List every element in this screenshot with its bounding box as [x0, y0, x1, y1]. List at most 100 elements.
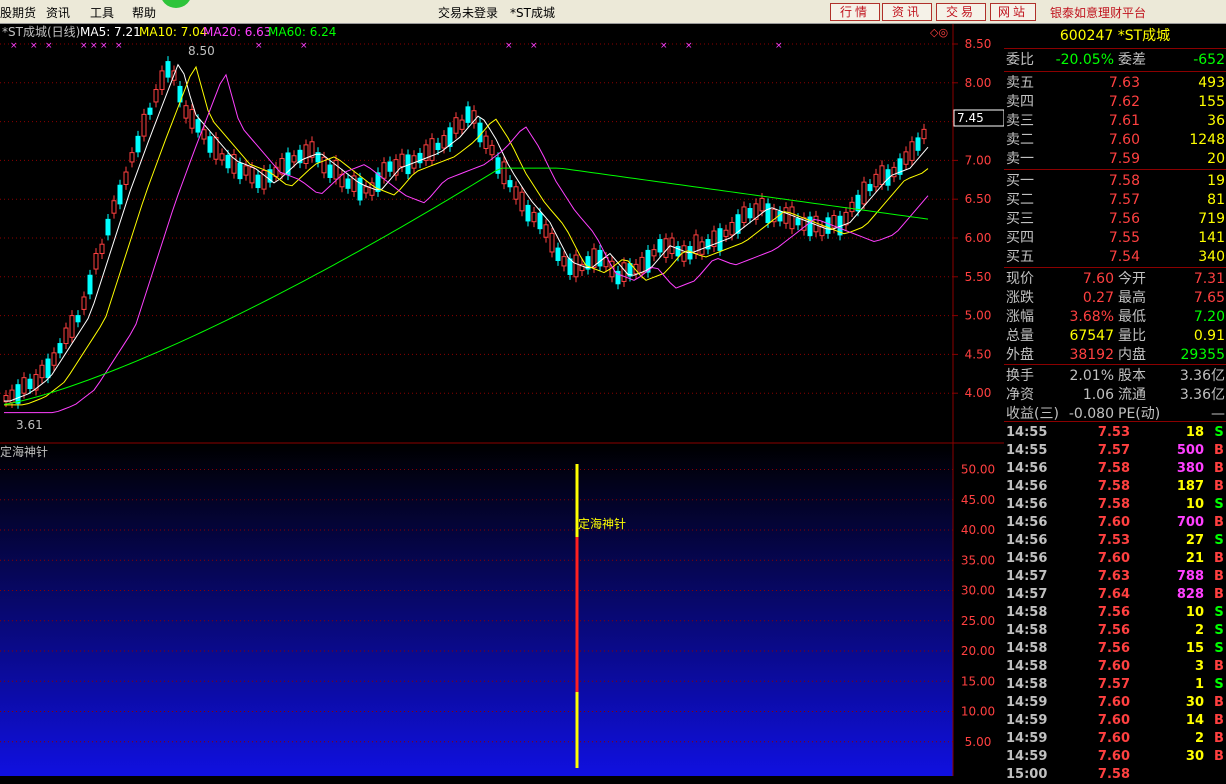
candle-body	[567, 258, 573, 275]
tick-price: 7.60	[1097, 713, 1130, 728]
tick-volume: 27	[1185, 533, 1204, 548]
ask-row[interactable]: 卖二 7.60 1248	[1004, 131, 1226, 150]
weicha-value: -652	[1193, 52, 1225, 68]
candle-body	[597, 249, 603, 267]
nav-news-button[interactable]: 资讯	[882, 3, 932, 21]
candle-body	[201, 129, 207, 140]
candle-body	[69, 315, 75, 338]
tick-side: B	[1214, 515, 1224, 530]
stat-label: 换手	[1006, 368, 1034, 384]
tick-time: 14:58	[1006, 623, 1048, 638]
candle-body	[765, 203, 771, 223]
tick-volume: 10	[1185, 605, 1204, 620]
candle-body	[639, 256, 645, 274]
tick-time: 14:55	[1006, 425, 1048, 440]
ask-row[interactable]: 卖三 7.61 36	[1004, 112, 1226, 131]
stat-label: 净资	[1006, 387, 1034, 403]
menu-futures[interactable]: 股期货	[0, 4, 36, 21]
tick-row: 14:59 7.60 14 B	[1004, 712, 1226, 730]
tick-time: 14:59	[1006, 713, 1048, 728]
stat-label-2: 最高	[1118, 290, 1146, 306]
tick-price: 7.60	[1097, 659, 1130, 674]
candle-body	[483, 135, 489, 150]
kline-chart[interactable]: 8.508.007.507.006.506.005.505.004.504.00…	[0, 24, 1004, 776]
bid-row[interactable]: 买二 7.57 81	[1004, 191, 1226, 210]
candle-body	[261, 169, 267, 190]
stat-value-2: 3.36亿	[1179, 387, 1225, 403]
nav-trade-button[interactable]: 交易	[936, 3, 986, 21]
stat-value: 67547	[1069, 328, 1114, 344]
indicator-tick-label: 40.00	[961, 523, 995, 537]
candle-body	[93, 253, 99, 270]
tick-row: 14:58 7.56 10 S	[1004, 604, 1226, 622]
candle-body	[279, 158, 285, 175]
stock-title: *ST成城	[510, 6, 555, 20]
bid-label: 买三	[1006, 211, 1034, 227]
candle-body	[381, 162, 387, 179]
candle-body	[255, 174, 261, 189]
stat-row: 涨跌 0.27 最高 7.65	[1004, 289, 1226, 308]
quote-panel: 600247 *ST成城 委比 -20.05% 委差 -652 卖五 7.63 49…	[1004, 24, 1226, 782]
candle-body	[225, 154, 231, 169]
signal-marker: ×	[45, 41, 53, 51]
indicator-tick-label: 15.00	[961, 674, 995, 688]
bid-volume: 19	[1207, 173, 1225, 189]
candle-body	[825, 217, 831, 234]
price-tick-label: 5.00	[965, 309, 992, 323]
signal-marker: ×	[30, 41, 38, 51]
indicator-tick-label: 25.00	[961, 614, 995, 628]
ask-row[interactable]: 卖五 7.63 493	[1004, 74, 1226, 93]
price-tick-label: 7.00	[965, 153, 992, 167]
bid-price: 7.55	[1108, 230, 1140, 246]
bid-row[interactable]: 买一 7.58 19	[1004, 172, 1226, 191]
candle-body	[915, 137, 921, 151]
tick-volume: 380	[1176, 461, 1204, 476]
menu-bar: 股期货 资讯 工具 帮助 交易未登录 *ST成城 行情 资讯 交易 网站 银泰如…	[0, 0, 1226, 24]
tick-row: 14:58 7.57 1 S	[1004, 676, 1226, 694]
tick-volume: 828	[1176, 587, 1204, 602]
menu-news[interactable]: 资讯	[46, 4, 70, 21]
panel-control-icon[interactable]: ◇◎	[930, 26, 948, 39]
menu-help[interactable]: 帮助	[132, 4, 156, 21]
bid-price: 7.56	[1108, 211, 1140, 227]
candle-body	[123, 171, 129, 185]
tick-time: 14:56	[1006, 497, 1048, 512]
candle-body	[519, 191, 525, 212]
green-orb-icon[interactable]	[160, 0, 192, 8]
stat-value: 0.27	[1082, 290, 1114, 306]
ask-row[interactable]: 卖四 7.62 155	[1004, 93, 1226, 112]
candle-body	[39, 364, 45, 379]
ad-link[interactable]: 银泰如意理财平台	[1050, 4, 1146, 21]
price-tick-label: 4.00	[965, 386, 992, 400]
menu-tools[interactable]: 工具	[90, 4, 114, 21]
bid-volume: 719	[1198, 211, 1225, 227]
nav-website-button[interactable]: 网站	[990, 3, 1036, 21]
bid-row[interactable]: 买三 7.56 719	[1004, 210, 1226, 229]
stat-value: 1.06	[1082, 387, 1114, 403]
tick-volume: 788	[1176, 569, 1204, 584]
ask-label: 卖一	[1006, 151, 1034, 167]
bid-row[interactable]: 买五 7.54 340	[1004, 248, 1226, 267]
ask-row[interactable]: 卖一 7.59 20	[1004, 150, 1226, 169]
price-tick-label: 4.50	[965, 347, 992, 361]
tick-time: 14:59	[1006, 695, 1048, 710]
candle-body	[291, 155, 297, 163]
candle-body	[855, 194, 861, 212]
candle-body	[129, 152, 135, 163]
candle-body	[237, 162, 243, 180]
weibi-value: -20.05%	[1055, 52, 1114, 68]
candle-body	[849, 201, 855, 213]
tick-price: 7.57	[1097, 677, 1130, 692]
tick-side: S	[1214, 425, 1224, 440]
bid-price: 7.57	[1108, 192, 1140, 208]
tick-time: 14:58	[1006, 605, 1048, 620]
ask-price: 7.60	[1108, 132, 1140, 148]
tick-time: 14:56	[1006, 551, 1048, 566]
tick-volume: 14	[1185, 713, 1204, 728]
bid-label: 买四	[1006, 230, 1034, 246]
bid-row[interactable]: 买四 7.55 141	[1004, 229, 1226, 248]
candle-body	[81, 296, 87, 310]
nav-quotes-button[interactable]: 行情	[830, 3, 880, 21]
tick-row: 14:59 7.60 30 B	[1004, 694, 1226, 712]
tick-volume: 18	[1185, 425, 1204, 440]
